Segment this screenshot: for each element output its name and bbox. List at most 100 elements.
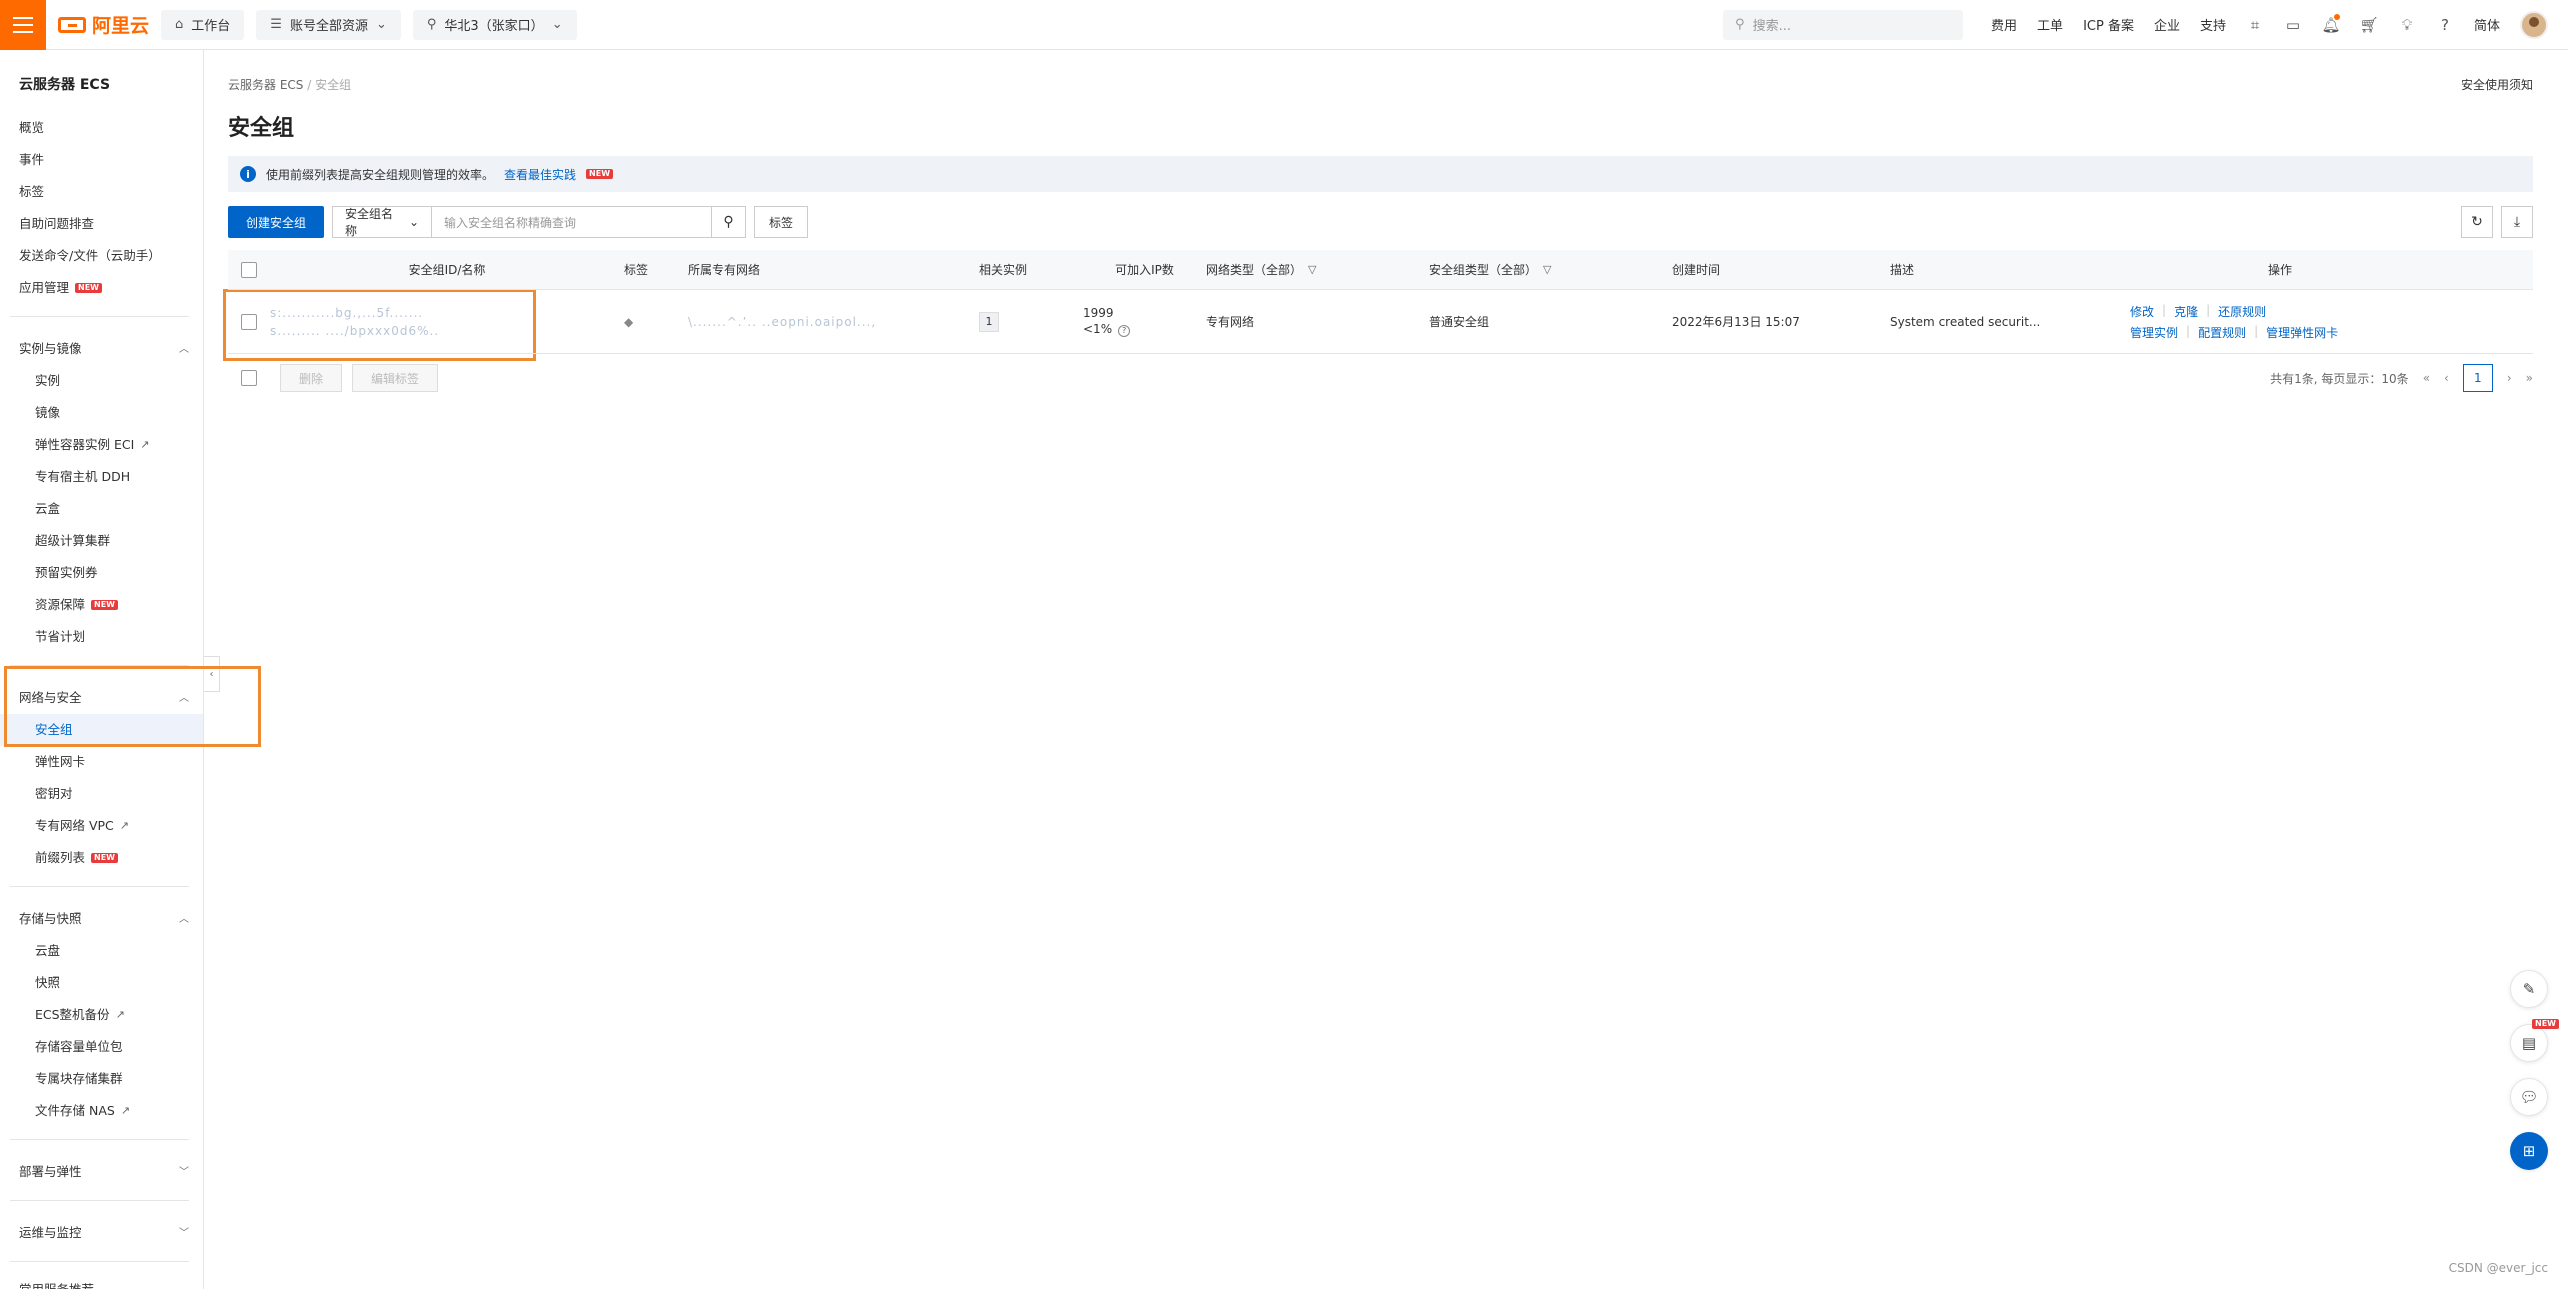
sidebar-item-recommend[interactable]: 常用服务推荐 bbox=[0, 1274, 203, 1289]
sidebar-item-cloud-assistant[interactable]: 发送命令/文件（云助手） bbox=[0, 240, 203, 272]
sidebar-item-ecs-backup[interactable]: ECS整机备份 ↗ bbox=[0, 999, 203, 1031]
col-header-sg-type[interactable]: 安全组类型（全部） ▽ bbox=[1429, 261, 1672, 278]
feedback-edit-icon[interactable]: ✎ bbox=[2510, 970, 2548, 1008]
language-switch[interactable]: 简体 bbox=[2474, 15, 2500, 34]
divider bbox=[10, 886, 189, 887]
instance-count-badge[interactable]: 1 bbox=[979, 311, 999, 332]
sidebar-item-dedicated-block-storage[interactable]: 专属块存储集群 bbox=[0, 1063, 203, 1095]
sidebar-item-instances[interactable]: 实例 bbox=[0, 365, 203, 397]
edit-tags-button[interactable]: 编辑标签 bbox=[352, 364, 439, 392]
sidebar-item-key-pairs[interactable]: 密钥对 bbox=[0, 778, 203, 810]
sidebar-item-prefix-list[interactable]: 前缀列表 NEW bbox=[0, 842, 203, 874]
topbar-link-ticket[interactable]: 工单 bbox=[2037, 15, 2063, 34]
news-icon[interactable]: ▤ NEW bbox=[2510, 1019, 2559, 1062]
table-row: s:...........bg.,...5f....... s.........… bbox=[228, 290, 2533, 354]
sidebar-item-scu[interactable]: 存储容量单位包 bbox=[0, 1031, 203, 1063]
next-page-icon[interactable]: › bbox=[2507, 371, 2512, 385]
sidebar-item-app-management[interactable]: 应用管理 NEW bbox=[0, 272, 203, 304]
list-icon: ☰ bbox=[270, 17, 282, 32]
export-button[interactable]: ⤓ bbox=[2501, 206, 2533, 238]
last-page-icon[interactable]: » bbox=[2526, 371, 2533, 385]
refresh-button[interactable]: ↻ bbox=[2461, 206, 2493, 238]
row-checkbox[interactable] bbox=[241, 313, 257, 330]
footer-select-all-checkbox[interactable] bbox=[241, 370, 257, 386]
search-button[interactable]: ⚲ bbox=[712, 206, 747, 238]
sidebar-item-eni[interactable]: 弹性网卡 bbox=[0, 746, 203, 778]
sidebar-item-vpc[interactable]: 专有网络 VPC ↗ bbox=[0, 810, 203, 842]
tag-filter-button[interactable]: 标签 bbox=[754, 206, 809, 238]
restore-rules-link[interactable]: 还原规则 bbox=[2218, 303, 2266, 320]
cloud-shell-icon[interactable]: ⌗ bbox=[2246, 16, 2264, 34]
avatar[interactable] bbox=[2520, 10, 2548, 39]
security-group-id-link[interactable]: s:...........bg.,...5f....... bbox=[270, 306, 423, 320]
divider bbox=[10, 1261, 189, 1262]
global-search-input[interactable]: ⚲ 搜索... bbox=[1723, 9, 1964, 40]
delete-button[interactable]: 删除 bbox=[280, 364, 343, 392]
sidebar-item-cloud-box[interactable]: 云盒 bbox=[0, 493, 203, 525]
sidebar-item-ddh[interactable]: 专有宿主机 DDH bbox=[0, 461, 203, 493]
sidebar-group-deploy[interactable]: 部署与弹性 ﹀ bbox=[0, 1152, 203, 1188]
tag-icon[interactable]: ◆ bbox=[624, 315, 633, 329]
topbar-link-enterprise[interactable]: 企业 bbox=[2154, 15, 2180, 34]
divider bbox=[10, 1139, 189, 1140]
filter-icon[interactable]: ▽ bbox=[1543, 263, 1551, 276]
modify-link[interactable]: 修改 bbox=[2130, 303, 2154, 320]
filter-icon[interactable]: ▽ bbox=[1308, 263, 1316, 276]
workbench-button[interactable]: ⌂ 工作台 bbox=[161, 9, 245, 40]
prev-page-icon[interactable]: ‹ bbox=[2444, 371, 2449, 385]
chevron-down-icon: ⌄ bbox=[408, 215, 420, 229]
sidebar-item-super-computing[interactable]: 超级计算集群 bbox=[0, 525, 203, 557]
search-placeholder: 搜索... bbox=[1752, 19, 1791, 34]
apps-grid-icon[interactable]: ⊞ bbox=[2510, 1132, 2548, 1170]
manage-instances-link[interactable]: 管理实例 bbox=[2130, 324, 2178, 341]
create-security-group-button[interactable]: 创建安全组 bbox=[228, 206, 325, 238]
chat-icon[interactable]: 💬︎ bbox=[2510, 1078, 2548, 1116]
cell-vpc[interactable]: \.......^.’.. ..eopni.oaipol..., bbox=[688, 315, 876, 329]
manage-eni-link[interactable]: 管理弹性网卡 bbox=[2266, 324, 2338, 341]
region-dropdown[interactable]: ⚲ 华北3（张家口） ⌄ bbox=[412, 9, 577, 40]
sidebar-item-label: 镜像 bbox=[35, 405, 61, 420]
sidebar-item-troubleshoot[interactable]: 自助问题排查 bbox=[0, 208, 203, 240]
breadcrumb-root[interactable]: 云服务器 ECS bbox=[228, 78, 303, 92]
lightbulb-icon[interactable]: 💡︎ bbox=[2398, 16, 2416, 34]
sidebar-group-storage[interactable]: 存储与快照 ︿ bbox=[0, 899, 203, 935]
page-1-button[interactable]: 1 bbox=[2462, 364, 2493, 392]
filter-search-input[interactable]: 输入安全组名称精确查询 bbox=[432, 206, 713, 238]
help-icon[interactable]: ? bbox=[2436, 16, 2454, 34]
sidebar-item-overview[interactable]: 概览 bbox=[0, 112, 203, 144]
sidebar-group-ops[interactable]: 运维与监控 ﹀ bbox=[0, 1213, 203, 1249]
sidebar-item-label: 节省计划 bbox=[35, 629, 86, 644]
search-icon: ⚲ bbox=[1735, 17, 1745, 32]
question-icon[interactable]: ? bbox=[1118, 324, 1131, 337]
sidebar-item-resource-guarantee[interactable]: 资源保障 NEW bbox=[0, 589, 203, 621]
sidebar-item-eci[interactable]: 弹性容器实例 ECI ↗ bbox=[0, 429, 203, 461]
clone-link[interactable]: 克隆 bbox=[2174, 303, 2198, 320]
chevron-down-icon: ﹀ bbox=[179, 1227, 189, 1239]
col-header-network-type[interactable]: 网络类型（全部） ▽ bbox=[1206, 261, 1429, 278]
topbar-link-support[interactable]: 支持 bbox=[2200, 15, 2226, 34]
sidebar-item-events[interactable]: 事件 bbox=[0, 144, 203, 176]
security-notice-link[interactable]: 安全使用须知 bbox=[2461, 76, 2533, 93]
bell-icon[interactable]: 🔔︎ bbox=[2321, 13, 2341, 34]
first-page-icon[interactable]: « bbox=[2423, 371, 2430, 385]
sidebar-item-nas[interactable]: 文件存储 NAS ↗ bbox=[0, 1095, 203, 1127]
configure-rules-link[interactable]: 配置规则 bbox=[2198, 324, 2246, 341]
sidebar-item-tags[interactable]: 标签 bbox=[0, 176, 203, 208]
topbar-link-icp[interactable]: ICP 备案 bbox=[2083, 15, 2134, 34]
aliyun-logo[interactable]: 阿里云 bbox=[58, 11, 149, 38]
filter-field-select[interactable]: 安全组名称 ⌄ bbox=[332, 206, 433, 238]
account-scope-dropdown[interactable]: ☰ 账号全部资源 ⌄ bbox=[256, 9, 401, 40]
sidebar-item-snapshots[interactable]: 快照 bbox=[0, 967, 203, 999]
select-all-checkbox[interactable] bbox=[241, 261, 257, 278]
sidebar-item-cloud-disk[interactable]: 云盘 bbox=[0, 935, 203, 967]
cart-icon[interactable]: 🛒︎ bbox=[2359, 16, 2378, 34]
terminal-icon[interactable]: ▭ bbox=[2284, 16, 2302, 34]
sidebar-item-images[interactable]: 镜像 bbox=[0, 397, 203, 429]
menu-icon[interactable] bbox=[0, 0, 46, 50]
topbar-link-billing[interactable]: 费用 bbox=[1991, 15, 2017, 34]
sidebar-item-reserved-instances[interactable]: 预留实例券 bbox=[0, 557, 203, 589]
sidebar-group-instances[interactable]: 实例与镜像 ︿ bbox=[0, 329, 203, 365]
best-practice-link[interactable]: 查看最佳实践 bbox=[504, 166, 576, 183]
external-link-icon: ↗ bbox=[119, 819, 130, 832]
sidebar-item-savings-plan[interactable]: 节省计划 bbox=[0, 621, 203, 653]
